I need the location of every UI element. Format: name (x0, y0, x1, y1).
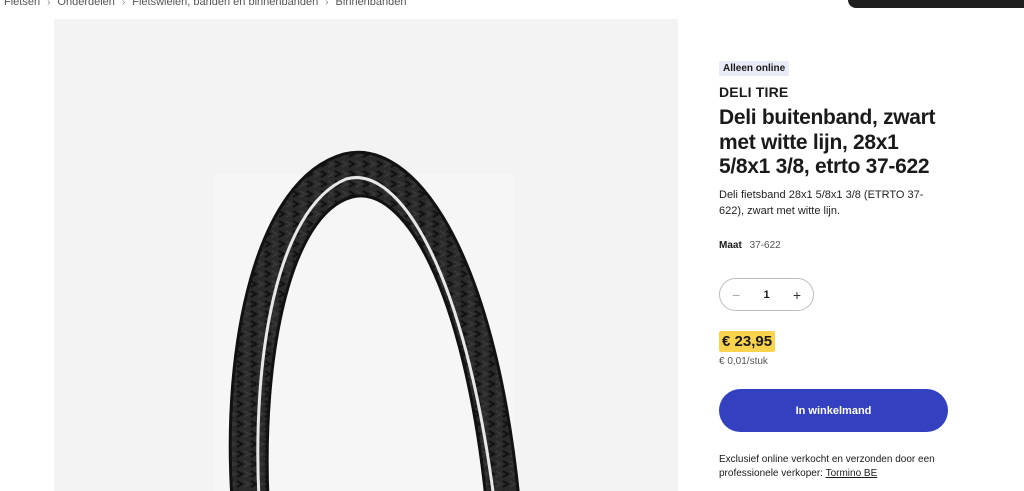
minus-icon[interactable]: − (732, 287, 740, 303)
chevron-right-icon: › (325, 0, 329, 8)
unit-price: € 0,01/stuk (719, 356, 768, 367)
seller-info: Exclusief online verkocht en verzonden d… (719, 453, 951, 481)
breadcrumb-item-binnenbanden[interactable]: Binnenbanden (336, 0, 407, 8)
product-image[interactable] (54, 19, 678, 491)
add-to-cart-button[interactable]: In winkelmand (719, 389, 948, 432)
size-label: Maat (719, 240, 742, 251)
breadcrumb-item-onderdelen[interactable]: Onderdelen (57, 0, 115, 8)
plus-icon[interactable]: + (793, 287, 801, 303)
product-description: Deli fietsband 28x1 5/8x1 3/8 (ETRTO 37-… (719, 189, 924, 217)
breadcrumb: Fietsen › Onderdelen › Fietswielen, band… (4, 0, 407, 8)
header-action-button[interactable] (848, 0, 1024, 8)
tire-image (214, 150, 520, 491)
seller-link[interactable]: Tormino BE (826, 468, 878, 479)
quantity-value[interactable]: 1 (763, 289, 769, 301)
chevron-right-icon: › (121, 0, 126, 8)
size-info: Maat 37-622 (719, 240, 781, 251)
size-value: 37-622 (749, 240, 781, 251)
quantity-stepper: − 1 + (719, 278, 814, 311)
chevron-right-icon: › (47, 0, 51, 8)
breadcrumb-item-fietsen[interactable]: Fietsen (4, 0, 40, 8)
brand-name[interactable]: DELI TIRE (719, 84, 788, 100)
online-only-badge: Alleen online (719, 61, 790, 76)
product-title: Deli buitenband, zwart met witte lijn, 2… (719, 106, 936, 178)
breadcrumb-item-fietswielen[interactable]: Fietswielen, banden en binnenbanden (132, 0, 318, 8)
product-price: € 23,95 (719, 331, 776, 352)
